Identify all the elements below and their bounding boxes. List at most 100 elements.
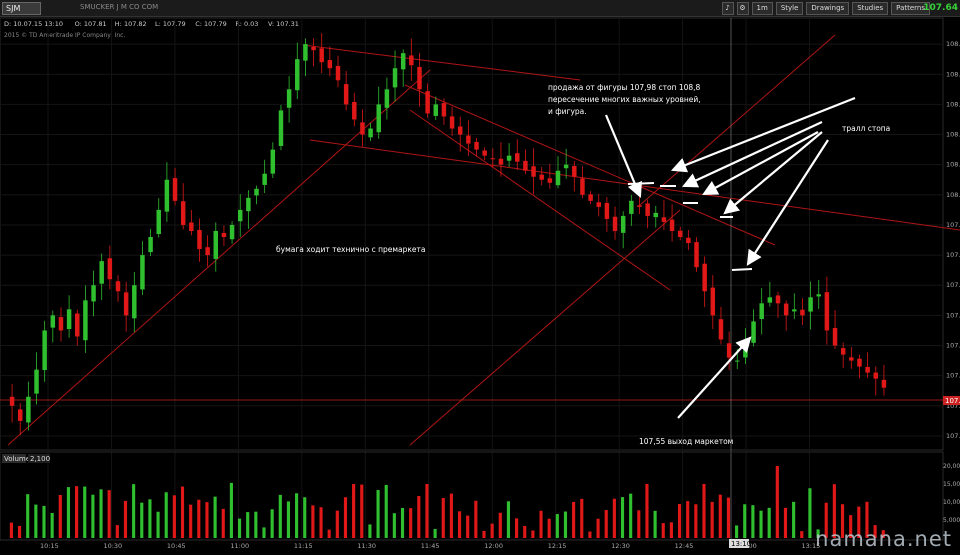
candle-body-41 <box>343 84 349 105</box>
volume-bar-60 <box>498 512 502 538</box>
volume-bar-24 <box>205 502 209 538</box>
volume-bar-21 <box>180 486 185 538</box>
volume-bar-39 <box>327 529 331 538</box>
candle-body-34 <box>286 89 292 108</box>
volume-bar-16 <box>140 502 144 538</box>
candle-body-62 <box>515 153 520 162</box>
volume-bar-22 <box>189 504 193 538</box>
candle-body-91 <box>751 321 756 343</box>
candle-body-47 <box>392 68 398 88</box>
volume-bar-25 <box>213 496 217 538</box>
price-axis: 107.2 107.3 107.4 107.5 107.6 107.7 107.8 107.9… <box>946 40 960 440</box>
volume-bar-75 <box>620 497 625 538</box>
candle-body-58 <box>482 150 487 156</box>
candle-body-23 <box>197 229 202 250</box>
candle-body-103 <box>849 357 854 361</box>
volume-bar-76 <box>629 493 633 538</box>
volume-bar-13 <box>115 525 119 538</box>
candle-body-14 <box>123 292 129 316</box>
x-tick-9: 12:30 <box>611 542 630 550</box>
y-tick-6: 107.8 <box>946 251 960 259</box>
volume-bar-2 <box>26 494 30 538</box>
x-tick-1: 10:30 <box>103 542 122 550</box>
volume-bars <box>9 466 885 538</box>
candle-body-26 <box>221 232 227 238</box>
volume-bar-73 <box>604 510 608 538</box>
candle-body-52 <box>433 104 439 116</box>
candle-body-0 <box>9 396 15 406</box>
volume-bar-17 <box>148 499 152 538</box>
candle-body-76 <box>629 200 634 214</box>
candle-body-88 <box>726 343 732 358</box>
candle-body-5 <box>50 315 56 328</box>
volume-bar-74 <box>612 498 616 538</box>
ohlc-field-0: D: 10.07.15 13:10 <box>4 20 63 28</box>
volume-bar-40 <box>335 510 339 538</box>
volume-bar-52 <box>433 528 437 538</box>
style-button[interactable]: Style <box>775 1 804 15</box>
gear-icon[interactable]: ⚙ <box>736 1 749 15</box>
candle-body-16 <box>140 255 145 290</box>
volume-bar-34 <box>286 501 291 538</box>
volume-bar-4 <box>42 505 46 538</box>
candle-body-73 <box>604 203 610 219</box>
annotation-entry-2: пересечение многих важных уровней, <box>548 95 701 104</box>
candle-body-49 <box>409 55 414 66</box>
company-name: SMUCKER J M CO COM <box>80 3 159 11</box>
studies-button[interactable]: Studies <box>852 1 889 15</box>
volume-bar-57 <box>474 500 478 538</box>
candle-body-53 <box>441 103 447 117</box>
y-tick-7: 107.9 <box>946 221 960 229</box>
volume-bar-64 <box>531 530 535 538</box>
symbol-input[interactable]: SJM <box>2 2 41 15</box>
volume-bar-43 <box>360 484 364 538</box>
volume-bar-31 <box>262 527 266 538</box>
candle-body-42 <box>352 102 357 120</box>
volume-bar-80 <box>661 523 665 538</box>
y-tick-10: 108.2 <box>946 131 960 139</box>
candle-body-40 <box>335 65 341 81</box>
volume-bar-65 <box>539 510 543 538</box>
candle-body-2 <box>26 396 31 423</box>
volume-tick-3: 5,000 <box>943 517 960 524</box>
copyright-text: 2015 © TD Ameritrade IP Company, Inc. <box>4 32 125 39</box>
volume-bar-56 <box>466 515 470 538</box>
volume-tick-2: 10,000 <box>943 499 960 506</box>
candle-body-71 <box>588 194 593 201</box>
candle-body-45 <box>376 104 381 133</box>
volume-bar-8 <box>75 486 79 538</box>
candle-body-31 <box>262 173 267 185</box>
volume-bar-83 <box>686 501 690 538</box>
candle-body-69 <box>572 166 577 177</box>
volume-bar-37 <box>311 505 315 538</box>
candle-body-46 <box>384 89 390 108</box>
candle-body-78 <box>645 203 650 216</box>
candle-body-101 <box>832 327 838 346</box>
annotation-exit: 107,55 выход маркетом <box>639 437 733 446</box>
y-tick-4: 107.6 <box>946 311 960 319</box>
candle-body-80 <box>661 217 667 222</box>
volume-bar-45 <box>376 490 380 538</box>
candle-body-37 <box>311 46 316 51</box>
x-tick-4: 11:15 <box>294 542 313 550</box>
bell-icon[interactable]: ♪ <box>721 1 734 15</box>
price-chart[interactable]: D: 10.07.15 13:10 O: 107.81 H: 107.82 L: 10… <box>0 16 960 555</box>
x-tick-10: 12:45 <box>675 542 694 550</box>
volume-bar-69 <box>572 501 576 538</box>
cursor-time-text: 13:10 <box>731 540 751 548</box>
candle-body-21 <box>180 201 186 225</box>
volume-bar-70 <box>580 498 584 538</box>
interval-select[interactable]: 1m <box>751 1 773 15</box>
trendline-support-2 <box>409 209 681 446</box>
candle-body-30 <box>254 188 259 196</box>
candle-body-72 <box>596 202 601 207</box>
candle-body-25 <box>213 230 219 259</box>
drawings-button[interactable]: Drawings <box>806 1 850 15</box>
candle-body-33 <box>278 110 284 146</box>
candle-body-57 <box>474 141 479 150</box>
volume-bar-6 <box>58 494 62 538</box>
volume-bar-89 <box>735 525 739 538</box>
volume-bar-1 <box>17 525 22 538</box>
candle-body-29 <box>246 197 251 212</box>
candle-body-97 <box>800 309 805 316</box>
